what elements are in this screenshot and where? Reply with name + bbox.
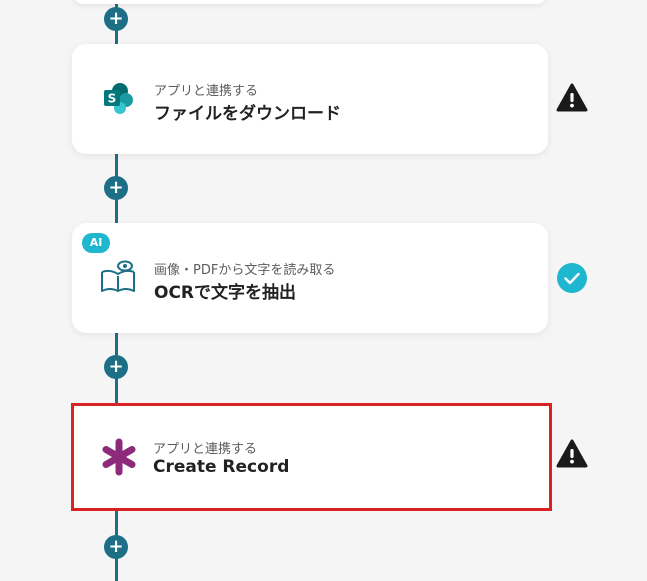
- add-step-button[interactable]: +: [104, 355, 128, 379]
- ai-badge: AI: [82, 233, 110, 253]
- step-card-ocr[interactable]: 画像・PDFから文字を読み取る OCRで文字を抽出: [72, 223, 548, 333]
- step-title: ファイルをダウンロード: [154, 104, 341, 124]
- step-subtitle: アプリと連携する: [154, 84, 259, 99]
- step-card-download-file[interactable]: S アプリと連携する ファイルをダウンロード: [72, 44, 548, 154]
- svg-text:S: S: [108, 92, 117, 106]
- step-subtitle: 画像・PDFから文字を読み取る: [154, 263, 336, 278]
- add-step-button[interactable]: +: [104, 7, 128, 31]
- warning-icon: [556, 439, 588, 468]
- warning-icon: [556, 83, 588, 112]
- add-step-button[interactable]: +: [104, 535, 128, 559]
- add-step-button[interactable]: +: [104, 176, 128, 200]
- check-circle-icon: [557, 263, 587, 293]
- step-card-create-record[interactable]: アプリと連携する Create Record: [71, 403, 552, 511]
- step-title: OCRで文字を抽出: [154, 283, 297, 303]
- step-subtitle: アプリと連携する: [153, 442, 258, 457]
- sharepoint-icon: S: [104, 83, 133, 114]
- step-title: Create Record: [153, 457, 290, 477]
- ocr-book-eye-icon: [101, 260, 135, 292]
- asterisk-icon: [102, 438, 136, 476]
- previous-step-card[interactable]: [72, 0, 548, 4]
